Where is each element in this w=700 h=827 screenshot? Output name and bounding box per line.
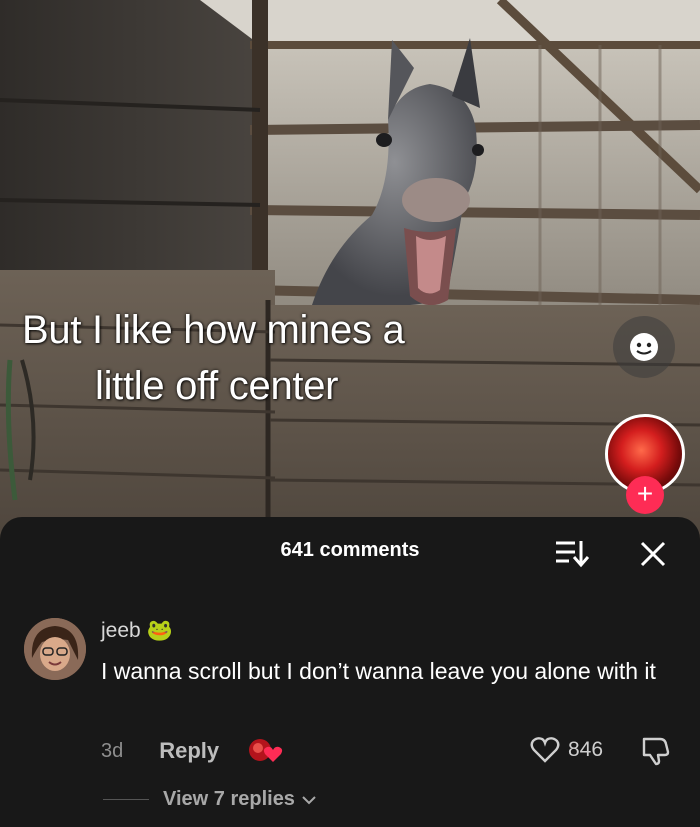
view-replies-button[interactable]: View 7 replies bbox=[103, 788, 318, 811]
like-button[interactable]: 846 bbox=[530, 736, 603, 764]
comment-username[interactable]: jeeb bbox=[101, 619, 141, 643]
close-comments-button[interactable] bbox=[636, 537, 670, 571]
video-caption: But I like how mines a little off center bbox=[22, 302, 622, 414]
sort-icon bbox=[556, 541, 590, 568]
chat-face-icon bbox=[630, 333, 658, 361]
thumbs-down-icon bbox=[642, 737, 670, 766]
comment-username-row[interactable]: jeeb 🐸 bbox=[101, 619, 173, 643]
reply-button[interactable]: Reply bbox=[159, 738, 219, 764]
dislike-button[interactable] bbox=[640, 735, 672, 772]
frog-emoji-icon: 🐸 bbox=[146, 619, 173, 642]
view-replies-label[interactable]: View 7 replies bbox=[163, 788, 295, 811]
replies-divider bbox=[103, 799, 149, 800]
chevron-down-icon bbox=[302, 795, 316, 804]
caption-line-1: But I like how mines a bbox=[22, 308, 405, 352]
comments-count: 641 comments bbox=[280, 539, 420, 561]
comment-meta: 3d Reply bbox=[101, 734, 283, 768]
search-comment-button[interactable] bbox=[613, 316, 675, 378]
comment-text: I wanna scroll but I don’t wanna leave y… bbox=[101, 658, 656, 684]
comment-time: 3d bbox=[101, 739, 124, 762]
heart-icon bbox=[530, 737, 560, 763]
sort-comments-button[interactable] bbox=[553, 537, 590, 569]
avatar-photo bbox=[24, 618, 86, 680]
barn-horse-photo bbox=[0, 0, 700, 540]
commenter-avatar[interactable] bbox=[24, 618, 86, 680]
video-frame[interactable]: But I like how mines a little off center… bbox=[0, 0, 700, 540]
comments-panel: 641 comments jeeb 🐸 I wanna scroll but I… bbox=[0, 517, 700, 827]
creator-liked-icon bbox=[249, 739, 283, 762]
follow-plus-icon[interactable]: + bbox=[626, 476, 664, 514]
creator-liked-badge bbox=[247, 736, 283, 766]
caption-line-2: little off center bbox=[95, 364, 339, 408]
like-count: 846 bbox=[568, 738, 604, 761]
close-icon bbox=[640, 541, 666, 567]
